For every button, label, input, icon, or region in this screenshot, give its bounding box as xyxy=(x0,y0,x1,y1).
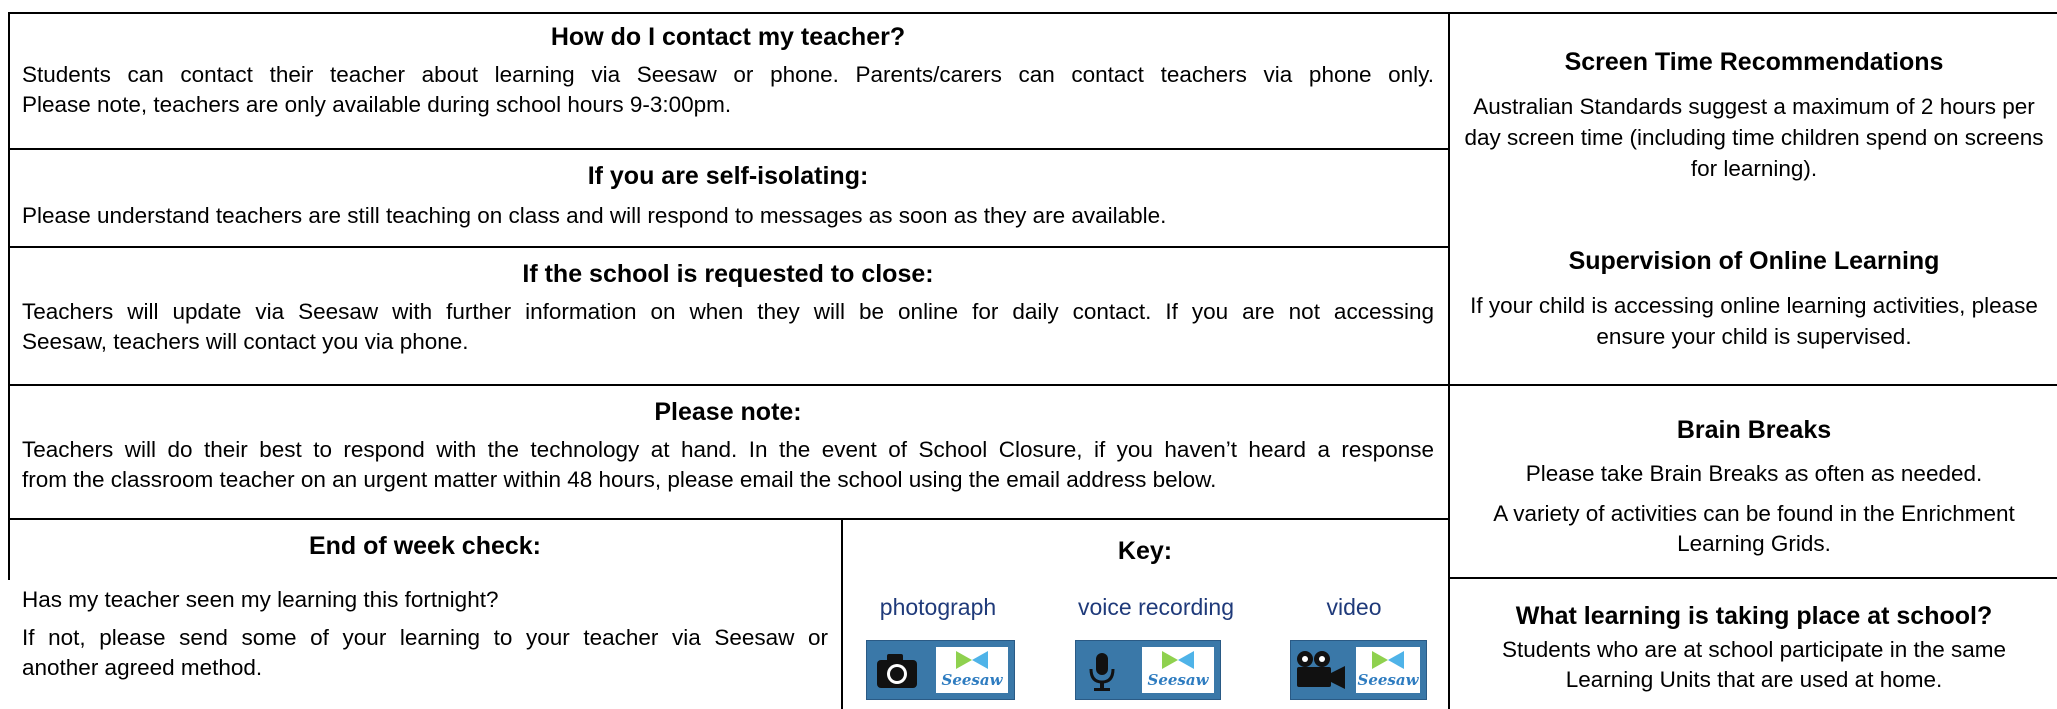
screen-time-title: Screen Time Recommendations xyxy=(1564,48,1944,76)
seesaw-wordmark: Seesaw xyxy=(1357,671,1419,689)
isolating-title: If you are self-isolating: xyxy=(587,162,869,190)
left-border xyxy=(8,12,10,580)
contact-line-1: Students can contact their teacher about… xyxy=(22,62,1434,87)
note-line-1: Teachers will do their best to respond w… xyxy=(22,437,1434,462)
video-camera-icon xyxy=(1297,651,1345,689)
closure-line-1: Teachers will update via Seesaw with fur… xyxy=(22,299,1434,324)
screen-time-section: Screen Time Recommendations Australian S… xyxy=(1462,47,2046,184)
seesaw-logo: Seesaw xyxy=(1142,647,1214,693)
key-label-voice-recording: voice recording xyxy=(1078,594,1234,620)
screen-time-body: Australian Standards suggest a maximum o… xyxy=(1464,94,2044,181)
learning-school-title: What learning is taking place at school? xyxy=(1515,602,1993,630)
note-line-2: from the classroom teacher on an urgent … xyxy=(22,467,1217,492)
contact-line-2: Please note, teachers are only available… xyxy=(22,92,732,117)
seesaw-logo: Seesaw xyxy=(1356,647,1420,693)
week-check-title: End of week check: xyxy=(308,532,542,560)
brain-breaks-section: Brain Breaks Please take Brain Breaks as… xyxy=(1462,415,2046,559)
column-divider xyxy=(1448,12,1450,709)
closure-section: If the school is requested to close: Tea… xyxy=(22,259,1434,357)
brain-breaks-body-1: Please take Brain Breaks as often as nee… xyxy=(1525,461,1983,486)
note-section: Please note: Teachers will do their best… xyxy=(22,397,1434,495)
seesaw-voice-badge: Seesaw xyxy=(1075,640,1221,700)
seesaw-bow-icon xyxy=(1372,651,1404,669)
isolating-section: If you are self-isolating: Please unders… xyxy=(22,161,1434,231)
key-label-photograph: photograph xyxy=(879,594,997,620)
row-divider-2 xyxy=(8,246,1449,248)
row-divider-3 xyxy=(8,384,2057,386)
row-divider-4 xyxy=(8,518,1449,520)
contact-title: How do I contact my teacher? xyxy=(550,23,906,51)
week-check-line-1: If not, please send some of your learnin… xyxy=(22,625,828,650)
key-label-video: video xyxy=(1326,594,1382,620)
row-divider-right xyxy=(1449,577,2057,579)
row-divider-1 xyxy=(8,148,1449,150)
microphone-icon xyxy=(1089,653,1115,691)
key-title: Key: xyxy=(1117,537,1173,565)
week-check-line-2: another agreed method. xyxy=(22,655,263,680)
supervision-section: Supervision of Online Learning If your c… xyxy=(1462,246,2046,352)
seesaw-video-badge: Seesaw xyxy=(1290,640,1427,700)
isolating-body: Please understand teachers are still tea… xyxy=(22,203,1167,228)
brain-breaks-title: Brain Breaks xyxy=(1676,416,1832,444)
contact-section: How do I contact my teacher? Students ca… xyxy=(22,22,1434,120)
seesaw-logo: Seesaw xyxy=(936,647,1008,693)
learning-school-body: Students who are at school participate i… xyxy=(1501,637,2007,692)
seesaw-bow-icon xyxy=(1162,651,1194,669)
learning-school-section: What learning is taking place at school?… xyxy=(1462,601,2046,695)
week-check-section: End of week check: Has my teacher seen m… xyxy=(22,531,828,683)
supervision-title: Supervision of Online Learning xyxy=(1568,247,1940,275)
closure-title: If the school is requested to close: xyxy=(522,260,934,288)
supervision-body: If your child is accessing online learni… xyxy=(1470,293,2038,349)
brain-breaks-body-2: A variety of activities can be found in … xyxy=(1493,501,2015,556)
note-title: Please note: xyxy=(654,398,802,426)
closure-line-2: Seesaw, teachers will contact you via ph… xyxy=(22,329,469,354)
seesaw-bow-icon xyxy=(956,651,988,669)
camera-icon xyxy=(877,654,917,688)
seesaw-photo-badge: Seesaw xyxy=(866,640,1015,700)
seesaw-wordmark: Seesaw xyxy=(1147,671,1209,689)
seesaw-wordmark: Seesaw xyxy=(941,671,1003,689)
top-border xyxy=(8,12,2057,14)
week-check-question: Has my teacher seen my learning this for… xyxy=(22,587,499,612)
